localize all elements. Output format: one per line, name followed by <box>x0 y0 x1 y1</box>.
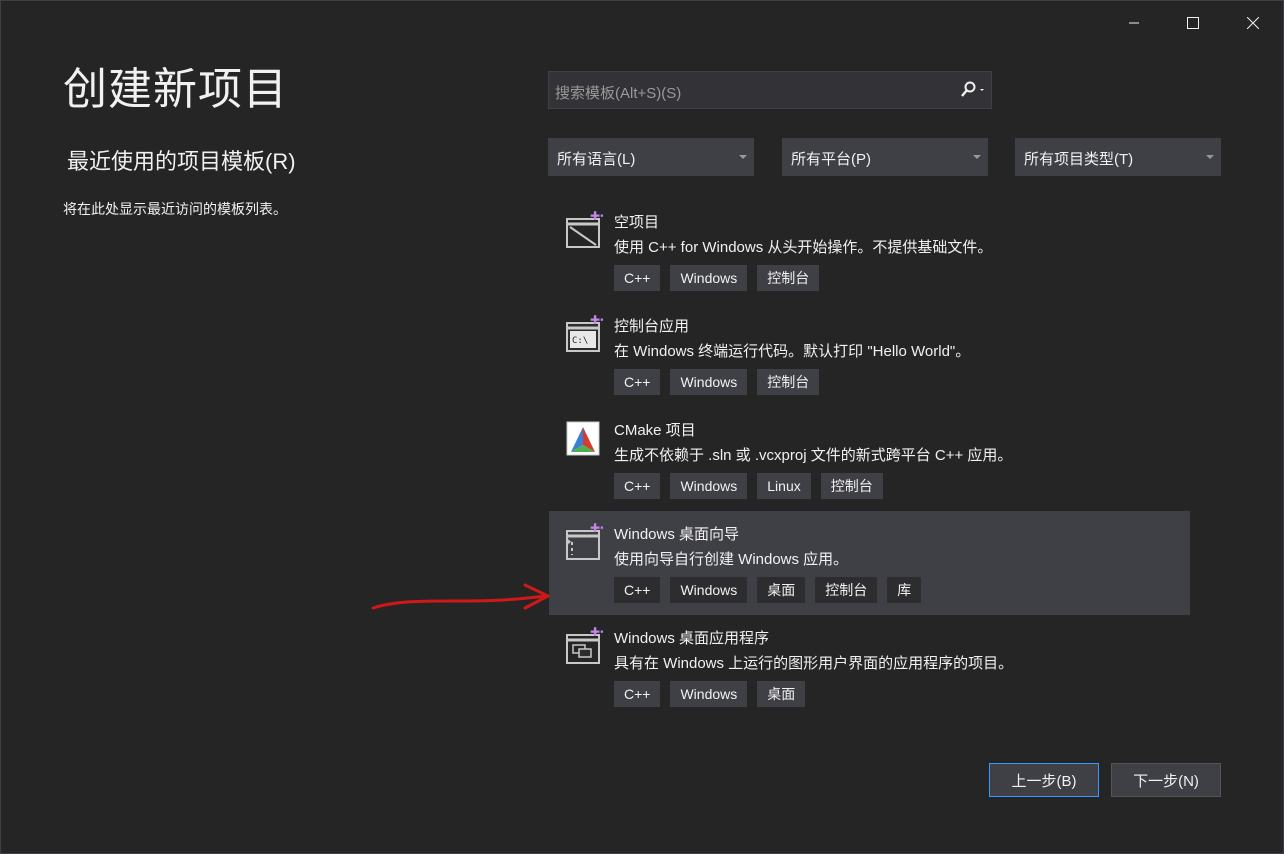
cmake-icon <box>566 421 600 456</box>
tag-windows: Windows <box>670 369 748 395</box>
annotation-arrow-icon <box>371 583 550 610</box>
chevron-down-icon <box>1206 155 1214 159</box>
tag-windows: Windows <box>670 681 748 707</box>
page-title: 创建新项目 <box>63 65 288 114</box>
platform-filter[interactable]: 所有平台(P) <box>782 138 988 176</box>
language-filter-label: 所有语言(L) <box>557 151 636 168</box>
tag-cpp: C++ <box>614 265 661 291</box>
search-placeholder: 搜索模板(Alt+S)(S) <box>555 85 682 102</box>
tag-desktop: 桌面 <box>757 681 806 707</box>
tag-cpp: C++ <box>614 369 661 395</box>
template-item-desktop-wizard[interactable]: ✦ ✚✚ Windows 桌面向导 使用向导自行创建 Windows 应用。 C… <box>549 511 1190 615</box>
template-name: CMake 项目 <box>614 422 696 439</box>
svg-text:✚✚: ✚✚ <box>590 211 603 223</box>
svg-text:✚✚: ✚✚ <box>590 523 603 535</box>
template-item-console-app[interactable]: C:\ ✚✚ 控制台应用 在 Windows 终端运行代码。默认打印 "Hell… <box>549 303 1190 407</box>
search-icon[interactable] <box>951 72 991 108</box>
template-list[interactable]: ✚✚ 空项目 使用 C++ for Windows 从头开始操作。不提供基础文件… <box>549 199 1191 735</box>
tag-console: 控制台 <box>757 369 820 395</box>
empty-project-icon: ✚✚ <box>566 211 603 248</box>
language-filter[interactable]: 所有语言(L) <box>548 138 754 176</box>
template-name: 空项目 <box>614 214 660 231</box>
close-icon[interactable] <box>1230 9 1276 37</box>
project-type-filter-label: 所有项目类型(T) <box>1024 151 1134 168</box>
tag-cpp: C++ <box>614 577 661 603</box>
chevron-down-icon <box>973 155 981 159</box>
template-item-cmake[interactable]: CMake 项目 生成不依赖于 .sln 或 .vcxproj 文件的新式跨平台… <box>549 407 1190 511</box>
tag-cpp: C++ <box>614 681 661 707</box>
recent-templates-empty-text: 将在此处显示最近访问的模板列表。 <box>63 201 287 217</box>
tag-console: 控制台 <box>757 265 820 291</box>
platform-filter-label: 所有平台(P) <box>791 151 871 168</box>
tag-cpp: C++ <box>614 473 661 499</box>
tag-windows: Windows <box>670 577 748 603</box>
svg-text:C:\: C:\ <box>572 336 588 346</box>
recent-templates-heading: 最近使用的项目模板(R) <box>67 149 296 174</box>
create-project-window: 创建新项目 最近使用的项目模板(R) 将在此处显示最近访问的模板列表。 搜索模板… <box>0 0 1284 854</box>
template-description: 具有在 Windows 上运行的图形用户界面的应用程序的项目。 <box>614 655 1014 672</box>
next-button[interactable]: 下一步(N) <box>1111 763 1221 797</box>
project-type-filter[interactable]: 所有项目类型(T) <box>1015 138 1221 176</box>
template-icon-partial <box>565 729 605 735</box>
tag-desktop: 桌面 <box>757 577 806 603</box>
template-item-partial[interactable] <box>549 719 1191 735</box>
template-name: 控制台应用 <box>614 318 690 335</box>
svg-text:✚✚: ✚✚ <box>590 627 603 639</box>
console-app-icon: C:\ ✚✚ <box>566 315 603 352</box>
template-name: Windows 桌面向导 <box>614 526 740 543</box>
svg-text:✚✚: ✚✚ <box>590 315 603 327</box>
tag-console: 控制台 <box>815 577 878 603</box>
maximize-icon[interactable] <box>1170 9 1216 37</box>
svg-text:✦: ✦ <box>565 538 573 548</box>
template-description: 生成不依赖于 .sln 或 .vcxproj 文件的新式跨平台 C++ 应用。 <box>614 447 1013 464</box>
template-description: 使用向导自行创建 Windows 应用。 <box>614 551 849 568</box>
tag-library: 库 <box>887 577 922 603</box>
desktop-app-icon: ✚✚ <box>566 627 603 664</box>
desktop-wizard-icon: ✦ ✚✚ <box>565 523 603 560</box>
template-description: 使用 C++ for Windows 从头开始操作。不提供基础文件。 <box>614 239 993 256</box>
minimize-icon[interactable] <box>1111 9 1157 37</box>
template-description: 在 Windows 终端运行代码。默认打印 "Hello World"。 <box>614 343 971 360</box>
tag-windows: Windows <box>670 265 748 291</box>
back-button[interactable]: 上一步(B) <box>989 763 1099 797</box>
chevron-down-icon <box>739 155 747 159</box>
template-item-desktop-app[interactable]: ✚✚ Windows 桌面应用程序 具有在 Windows 上运行的图形用户界面… <box>549 615 1190 719</box>
tag-console: 控制台 <box>820 473 883 499</box>
tag-linux: Linux <box>757 473 811 499</box>
template-item-empty-project[interactable]: ✚✚ 空项目 使用 C++ for Windows 从头开始操作。不提供基础文件… <box>549 199 1190 303</box>
tag-windows: Windows <box>670 473 748 499</box>
template-name: Windows 桌面应用程序 <box>614 630 770 647</box>
search-input[interactable]: 搜索模板(Alt+S)(S) <box>548 71 992 109</box>
